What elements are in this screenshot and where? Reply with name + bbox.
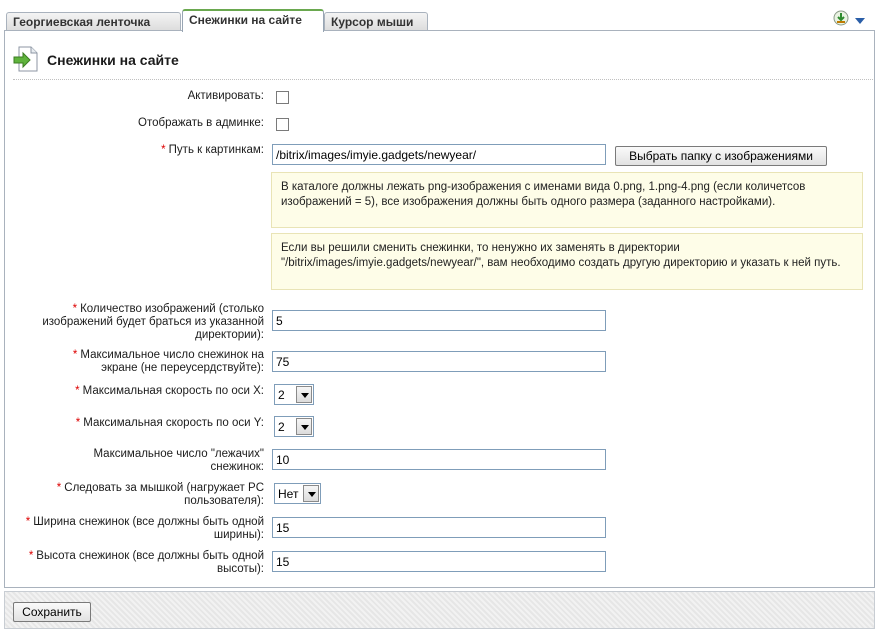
tab-label: Георгиевская ленточка <box>13 15 151 29</box>
dropdown-arrow-icon[interactable] <box>854 14 866 24</box>
tab-cursor[interactable]: Курсор мыши <box>324 12 428 31</box>
follow-mouse-label: * Следовать за мышкой (нагружает PC польз… <box>56 482 264 507</box>
activate-label: Активировать: <box>187 90 264 102</box>
speed-x-value: 2 <box>278 388 285 402</box>
speed-y-value: 2 <box>278 420 285 434</box>
count-label: * Количество изображений (столько изображ… <box>42 303 264 341</box>
document-arrow-icon <box>13 45 41 73</box>
tab-bar: Георгиевская ленточка Снежинки на сайте … <box>4 8 877 32</box>
info-note-format: В каталоге должны лежать png-изображения… <box>271 172 863 228</box>
height-input[interactable]: 15 <box>272 551 606 572</box>
path-input[interactable]: /bitrix/images/imyie.gadgets/newyear/ <box>272 144 606 165</box>
download-icon[interactable] <box>833 10 849 26</box>
tab-georgievskaya[interactable]: Георгиевская ленточка <box>6 12 181 31</box>
width-input[interactable]: 15 <box>272 517 606 538</box>
speed-y-select[interactable]: 2 <box>274 416 314 437</box>
height-label: * Высота снежинок (все должны быть одной … <box>28 550 264 575</box>
chevron-down-icon <box>296 386 312 403</box>
tab-snowflakes[interactable]: Снежинки на сайте <box>182 9 324 32</box>
max-flakes-input[interactable]: 75 <box>272 351 606 372</box>
chevron-down-icon <box>303 485 319 502</box>
lying-label: Максимальное число "лежачих" снежинок: <box>93 448 264 473</box>
info-note-change: Если вы решили сменить снежинки, то нену… <box>271 233 863 290</box>
follow-mouse-value: Нет <box>278 487 299 501</box>
speed-y-label: * Максимальная скорость по оси Y: <box>75 417 264 429</box>
tab-label: Курсор мыши <box>331 15 414 29</box>
footer-bar: Сохранить <box>4 591 875 629</box>
tab-label: Снежинки на сайте <box>189 13 302 27</box>
title-divider <box>13 79 873 80</box>
speed-x-label: * Максимальная скорость по оси X: <box>75 385 264 397</box>
toolbar-icons <box>833 10 869 26</box>
follow-mouse-select[interactable]: Нет <box>274 483 321 504</box>
chevron-down-icon <box>296 418 312 435</box>
page-header: Снежинки на сайте <box>13 45 863 73</box>
show-admin-checkbox[interactable] <box>276 118 289 131</box>
width-label: * Ширина снежинок (все должны быть одной … <box>25 516 264 541</box>
choose-folder-button[interactable]: Выбрать папку с изображениями <box>615 146 827 166</box>
lying-input[interactable]: 10 <box>272 449 606 470</box>
activate-checkbox[interactable] <box>276 91 289 104</box>
path-label: * Путь к картинкам: <box>161 144 264 156</box>
speed-x-select[interactable]: 2 <box>274 384 314 405</box>
page-title: Снежинки на сайте <box>47 52 179 68</box>
show-admin-label: Отображать в админке: <box>138 117 264 129</box>
count-input[interactable]: 5 <box>272 310 606 331</box>
save-button[interactable]: Сохранить <box>13 602 91 622</box>
max-flakes-label: * Максимальное число снежинок на экране (… <box>72 349 264 374</box>
